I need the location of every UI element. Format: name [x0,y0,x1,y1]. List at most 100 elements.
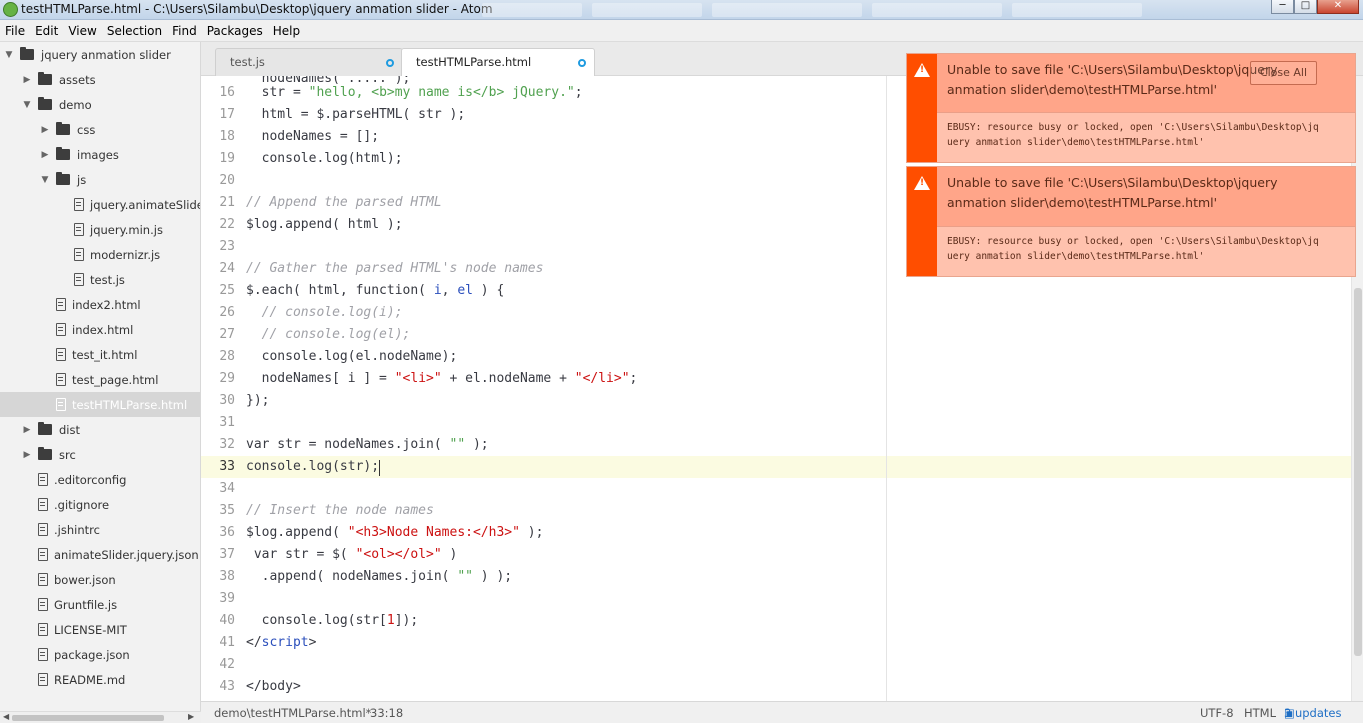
tree-folder[interactable]: ▶ assets [0,67,200,92]
line-number[interactable]: 32 [201,434,235,456]
tab-test-js[interactable]: test.js [215,48,403,76]
maximize-button[interactable]: □ [1294,0,1317,14]
menu-packages[interactable]: Packages [202,24,268,38]
line-number[interactable]: 29 [201,368,235,390]
close-all-button[interactable]: Close All [1250,61,1317,85]
tree-folder[interactable]: ▶ src [0,442,200,467]
repo-folder-icon [20,47,34,60]
error-notification[interactable]: Unable to save file 'C:\Users\Silambu\De… [906,166,1356,277]
line-number[interactable]: 34 [201,478,235,500]
menu-edit[interactable]: Edit [30,24,63,38]
tree-file[interactable]: animateSlider.jquery.json [0,542,200,567]
chevron-right-icon[interactable]: ▶ [40,125,50,135]
line-number[interactable]: 37 [201,544,235,566]
tree-folder[interactable]: ▶ images [0,142,200,167]
tab-testhtmlparse-html[interactable]: testHTMLParse.html [401,48,595,77]
tree-file[interactable]: Gruntfile.js [0,592,200,617]
tree-file[interactable]: index2.html [0,292,200,317]
code-token: ); [465,437,489,452]
tree-folder[interactable]: ▼ demo [0,92,200,117]
tree-file[interactable]: jquery.animateSlider.js [0,192,200,217]
notification-detail: EBUSY: resource busy or locked, open 'C:… [937,112,1355,162]
line-number[interactable]: 31 [201,412,235,434]
line-number[interactable]: 39 [201,588,235,610]
line-number[interactable]: 42 [201,654,235,676]
line-number[interactable]: 19 [201,148,235,170]
code-token: console.log(str[ [246,613,387,628]
code-token: var str = nodeNames.join( [246,437,450,452]
code-token: // Insert the node names [246,503,434,518]
tree-file[interactable]: bower.json [0,567,200,592]
modified-dot-icon [578,59,586,67]
close-button[interactable]: ✕ [1317,0,1359,14]
tree-root[interactable]: ▼ jquery anmation slider [0,42,200,67]
tree-file[interactable]: .jshintrc [0,517,200,542]
line-number[interactable]: 40 [201,610,235,632]
chevron-right-icon[interactable]: ▶ [22,75,32,85]
menu-view[interactable]: View [63,24,101,38]
menu-file[interactable]: File [0,24,30,38]
code-line: 42 [201,654,1351,676]
line-number[interactable]: 22 [201,214,235,236]
menu-selection[interactable]: Selection [102,24,167,38]
tree-item-label: test_it.html [72,347,138,362]
editor-scroll-thumb[interactable] [1354,288,1362,656]
line-number[interactable]: 24 [201,258,235,280]
line-number[interactable]: 28 [201,346,235,368]
line-number[interactable]: 25 [201,280,235,302]
chevron-right-icon[interactable]: ▶ [22,425,32,435]
status-file-path[interactable]: demo\testHTMLParse.html* [214,702,371,724]
code-token: // Append the parsed HTML [246,195,442,210]
line-number[interactable]: 23 [201,236,235,258]
tree-file[interactable]: package.json [0,642,200,667]
chevron-down-icon[interactable]: ▼ [22,100,32,110]
line-number[interactable]: 41 [201,632,235,654]
line-number[interactable]: 38 [201,566,235,588]
tree-file[interactable]: index.html [0,317,200,342]
line-number[interactable]: 21 [201,192,235,214]
line-number[interactable]: 30 [201,390,235,412]
tree-item-label: LICENSE-MIT [54,622,127,637]
status-encoding[interactable]: UTF-8 [1200,702,1234,724]
code-token: "" [449,437,466,452]
tree-horizontal-scrollbar[interactable]: ◀ ▶ [0,711,201,723]
line-number[interactable]: 27 [201,324,235,346]
scroll-right-icon[interactable]: ▶ [188,712,194,721]
tree-file[interactable]: .gitignore [0,492,200,517]
line-number[interactable]: 26 [201,302,235,324]
minimize-button[interactable]: ─ [1271,0,1294,14]
tree-file[interactable]: test_it.html [0,342,200,367]
line-number[interactable]: 20 [201,170,235,192]
tree-root-label: jquery anmation slider [41,47,171,62]
line-number[interactable]: 16 [201,82,235,104]
line-number[interactable]: 18 [201,126,235,148]
tree-folder[interactable]: ▼ js [0,167,200,192]
tree-folder[interactable]: ▶ dist [0,417,200,442]
atom-app-icon [3,2,18,17]
status-grammar[interactable]: HTML [1244,702,1276,724]
line-number[interactable]: 36 [201,522,235,544]
text-cursor [378,460,380,476]
line-number[interactable]: 17 [201,104,235,126]
tree-file[interactable]: test_page.html [0,367,200,392]
line-number[interactable]: 43 [201,676,235,698]
chevron-right-icon[interactable]: ▶ [40,150,50,160]
tree-folder[interactable]: ▶ css [0,117,200,142]
code-token: + el.nodeName + [441,371,575,386]
tree-file[interactable]: README.md [0,667,200,692]
tree-file[interactable]: jquery.min.js [0,217,200,242]
tree-file[interactable]: test.js [0,267,200,292]
chevron-right-icon[interactable]: ▶ [22,450,32,460]
scroll-left-icon[interactable]: ◀ [3,712,9,721]
tree-scroll-thumb[interactable] [12,715,164,721]
status-cursor-position[interactable]: 33:18 [370,702,403,724]
tree-file[interactable]: testHTMLParse.html [0,392,200,417]
tree-file[interactable]: LICENSE-MIT [0,617,200,642]
line-number[interactable]: 35 [201,500,235,522]
line-number[interactable]: 33 [201,456,235,478]
tree-file[interactable]: .editorconfig [0,467,200,492]
tree-file[interactable]: modernizr.js [0,242,200,267]
chevron-down-icon[interactable]: ▼ [40,175,50,185]
menu-help[interactable]: Help [268,24,305,38]
menu-find[interactable]: Find [167,24,202,38]
